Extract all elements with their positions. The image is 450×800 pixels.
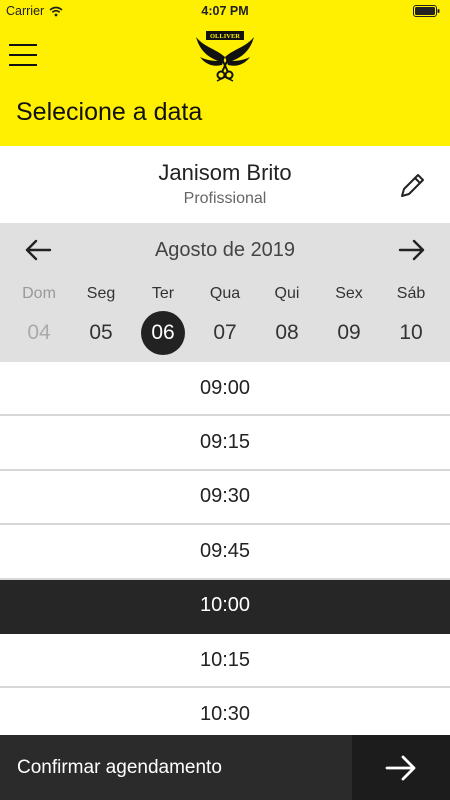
calendar-day[interactable]: 09: [318, 309, 380, 357]
calendar-day-number: 07: [213, 321, 237, 344]
top-header: Carrier 4:07 PM OLLIVER Selecione a data: [0, 0, 450, 146]
weekday-label: Qui: [274, 285, 300, 302]
time-slot-selected[interactable]: 10:00: [0, 579, 450, 634]
menu-icon-bar: [9, 64, 37, 66]
weekday-label: Dom: [22, 285, 56, 302]
logo-text: OLLIVER: [210, 33, 240, 40]
calendar-day[interactable]: 08: [256, 309, 318, 357]
menu-icon: [9, 44, 37, 46]
edit-pencil-icon[interactable]: [398, 170, 428, 200]
battery-icon: [413, 5, 440, 17]
calendar-day[interactable]: 07: [194, 309, 256, 357]
time-slot[interactable]: 09:15: [0, 416, 450, 471]
weekday-label: Qua: [209, 285, 241, 302]
confirm-arrow-button[interactable]: [352, 735, 450, 800]
weekday-label: Seg: [86, 285, 116, 302]
weekday-label: Ter: [151, 285, 175, 302]
calendar-day: 04: [8, 309, 70, 357]
calendar: Agosto de 2019 Dom Seg Ter Qua Qui Sex S…: [0, 223, 450, 362]
calendar-day-number: 05: [89, 321, 113, 344]
month-nav: Agosto de 2019: [0, 223, 450, 279]
menu-button[interactable]: [9, 44, 37, 68]
time-slot-list[interactable]: 09:00 09:15 09:30 09:45 10:00 10:15 10:3…: [0, 362, 450, 734]
calendar-day-number: 10: [399, 321, 423, 344]
calendar-day-number: 08: [275, 321, 299, 344]
time-slot[interactable]: 09:45: [0, 525, 450, 580]
weekday-label: Sáb: [396, 285, 426, 302]
confirm-bar: Confirmar agendamento: [0, 735, 450, 800]
confirm-button[interactable]: Confirmar agendamento: [0, 735, 352, 800]
day-row: 04 05 06 07 08 09 10: [0, 309, 450, 357]
confirm-arrow-icon: [385, 755, 416, 780]
time-slot[interactable]: 10:15: [0, 633, 450, 689]
arrow-right-icon[interactable]: [398, 238, 426, 262]
calendar-day[interactable]: 05: [70, 309, 132, 357]
status-bar: Carrier 4:07 PM: [0, 0, 450, 22]
professional-card: Janisom Brito Profissional: [0, 146, 450, 223]
weekday-label: Sex: [335, 285, 363, 302]
header-row: OLLIVER: [0, 22, 450, 92]
page-title: Selecione a data: [16, 98, 203, 126]
weekday-row: Dom Seg Ter Qua Qui Sex Sáb: [0, 279, 450, 309]
calendar-day[interactable]: 10: [380, 309, 442, 357]
menu-icon-bar: [9, 54, 37, 56]
calendar-day-number: 04: [27, 321, 51, 344]
professional-role: Profissional: [183, 190, 267, 207]
month-label: Agosto de 2019: [154, 239, 296, 261]
time-slot[interactable]: 09:00: [0, 362, 450, 417]
time-slot[interactable]: 09:30: [0, 470, 450, 526]
calendar-day-number: 09: [337, 321, 361, 344]
calendar-day-selected[interactable]: 06: [132, 309, 194, 357]
professional-name: Janisom Brito: [158, 160, 292, 185]
logo-icon: OLLIVER: [196, 31, 254, 82]
calendar-day-number: 06: [141, 311, 185, 355]
time-slot[interactable]: 10:30: [0, 688, 450, 734]
status-time: 4:07 PM: [201, 4, 249, 18]
